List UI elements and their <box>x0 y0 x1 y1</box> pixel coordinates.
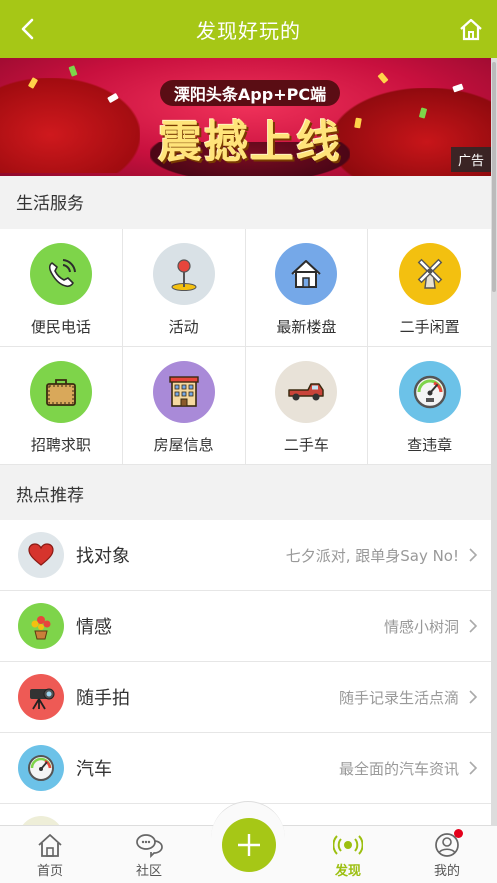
service-label: 最新楼盘 <box>276 318 337 336</box>
home-tab-icon <box>38 834 62 857</box>
broadcast-icon <box>333 835 363 855</box>
back-arrow-icon[interactable] <box>14 15 42 43</box>
hot-item-title: 随手拍 <box>76 688 130 709</box>
tab-discover[interactable]: 发现 <box>298 826 398 883</box>
service-label: 便民电话 <box>30 318 91 336</box>
hot-item-desc: 最全面的汽车资讯 <box>338 759 459 778</box>
home-icon[interactable] <box>457 15 485 43</box>
flower-icon <box>18 603 64 649</box>
hot-item-desc: 随手记录生活点滴 <box>338 688 459 707</box>
page-title: 发现好玩的 <box>196 18 301 43</box>
speedometer-icon <box>398 361 461 423</box>
tab-label: 社区 <box>135 864 162 879</box>
hot-item-title: 汽车 <box>76 759 112 780</box>
service-label: 房屋信息 <box>153 436 214 454</box>
banner-ribbon-left <box>0 78 140 173</box>
windmill-icon <box>398 243 461 305</box>
service-traffic-violations[interactable]: 查违章 <box>368 347 491 465</box>
tab-home[interactable]: 首页 <box>0 826 100 883</box>
service-jobs[interactable]: 招聘求职 <box>0 347 123 465</box>
hot-item-title: 找对象 <box>76 546 130 567</box>
hot-item-cars[interactable]: 汽车 最全面的汽车资讯 <box>0 733 491 804</box>
briefcase-icon <box>29 361 92 423</box>
gauge-icon <box>18 745 64 791</box>
phone-icon <box>29 243 92 305</box>
service-label: 活动 <box>168 318 199 336</box>
service-label: 二手车 <box>283 436 329 454</box>
banner-headline: 震撼上线 <box>158 117 342 168</box>
hot-item-desc: 情感小树洞 <box>383 617 459 636</box>
chevron-right-icon <box>469 761 478 775</box>
hot-item-emotion[interactable]: 情感 情感小树洞 <box>0 591 491 662</box>
tab-mine[interactable]: 我的 <box>397 826 497 883</box>
service-events[interactable]: 活动 <box>122 229 246 347</box>
section-title-hot: 热点推荐 <box>0 466 491 520</box>
camera-icon <box>18 674 64 720</box>
app-screen: 发现好玩的 溧阳头条App+PC端 震撼上线 广告 生活服务 便民电话 活动 最… <box>0 0 497 883</box>
tab-label: 我的 <box>433 864 460 879</box>
heart-icon <box>18 532 64 578</box>
hot-item-snapshot[interactable]: 随手拍 随手记录生活点滴 <box>0 662 491 733</box>
chevron-right-icon <box>469 690 478 704</box>
service-housing-info[interactable]: 房屋信息 <box>122 347 246 465</box>
tab-label: 发现 <box>334 864 361 879</box>
confetti <box>68 65 78 77</box>
services-grid: 便民电话 活动 最新楼盘 二手闲置 招聘求职 房屋信息 二手车 查违章 <box>0 229 491 465</box>
tab-label: 首页 <box>36 864 63 879</box>
scrollbar-thumb[interactable] <box>492 62 496 292</box>
service-label: 招聘求职 <box>30 436 91 454</box>
chevron-right-icon <box>469 548 478 562</box>
section-title-life-services: 生活服务 <box>0 176 491 226</box>
banner-tagline: 溧阳头条App+PC端 <box>160 80 340 106</box>
post-button[interactable] <box>222 818 276 872</box>
service-label: 二手闲置 <box>399 318 460 336</box>
house-icon <box>275 243 338 305</box>
notification-dot <box>454 829 463 838</box>
hot-item-dating[interactable]: 找对象 七夕派对, 跟单身Say No! <box>0 520 491 591</box>
ad-label: 广告 <box>450 147 491 172</box>
ad-banner[interactable]: 溧阳头条App+PC端 震撼上线 广告 <box>0 58 491 176</box>
scrollbar[interactable] <box>491 58 497 825</box>
pin-icon <box>152 243 215 305</box>
tab-community[interactable]: 社区 <box>99 826 199 883</box>
service-second-hand[interactable]: 二手闲置 <box>368 229 491 347</box>
service-label: 查违章 <box>407 436 453 454</box>
service-phone[interactable]: 便民电话 <box>0 229 123 347</box>
confetti <box>377 72 389 84</box>
building-icon <box>152 361 215 423</box>
chat-bubbles-icon <box>136 834 163 858</box>
plus-icon <box>238 834 260 856</box>
chevron-right-icon <box>469 619 478 633</box>
hot-item-title: 情感 <box>76 617 112 638</box>
hot-item-desc: 七夕派对, 跟单身Say No! <box>285 546 459 565</box>
truck-icon <box>275 361 338 423</box>
service-new-homes[interactable]: 最新楼盘 <box>245 229 369 347</box>
service-used-cars[interactable]: 二手车 <box>245 347 369 465</box>
top-nav-bar: 发现好玩的 <box>0 0 497 58</box>
